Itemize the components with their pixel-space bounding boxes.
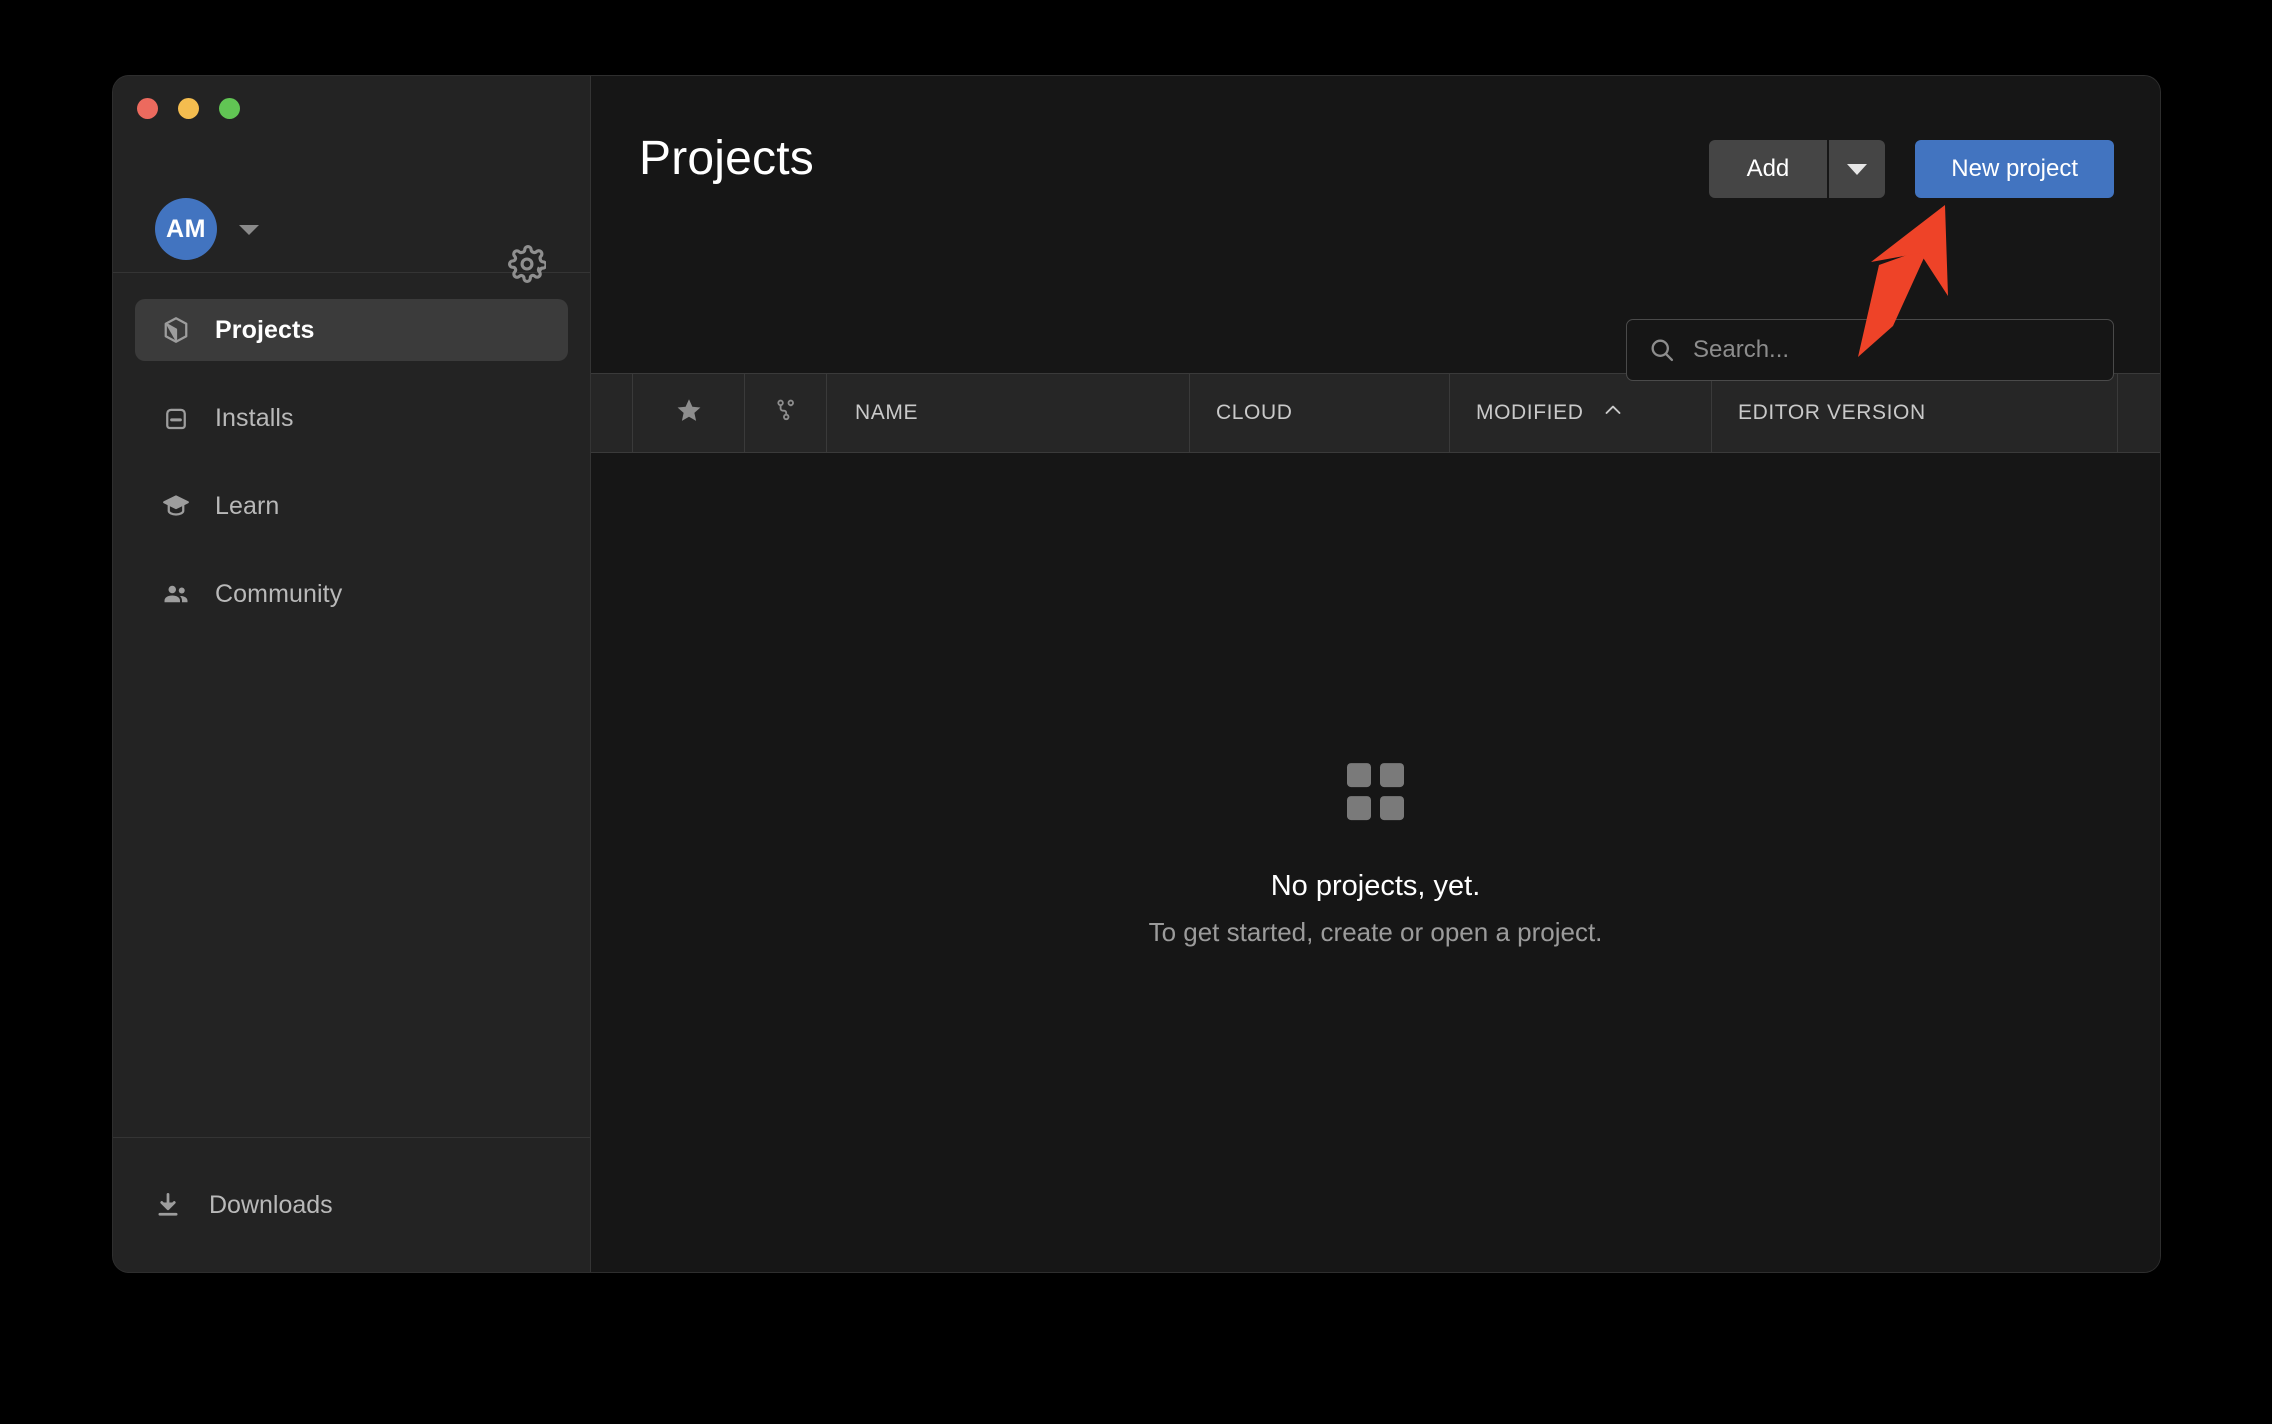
- add-split-button: Add: [1709, 140, 1886, 198]
- table-header-modified[interactable]: MODIFIED: [1450, 374, 1712, 452]
- graduation-cap-icon: [159, 489, 193, 523]
- unity-hub-window: AM: [113, 76, 2160, 1272]
- sidebar-header: AM: [113, 76, 590, 273]
- sidebar-item-learn[interactable]: Learn: [135, 475, 568, 537]
- sidebar-item-label: Downloads: [209, 1191, 333, 1220]
- window-close-button[interactable]: [137, 98, 158, 119]
- empty-state: No projects, yet. To get started, create…: [591, 763, 2160, 948]
- gear-icon[interactable]: [508, 245, 546, 283]
- download-icon: [151, 1188, 185, 1222]
- table-header-gutter: [591, 374, 633, 452]
- sidebar-nav: Projects Installs: [113, 273, 590, 1137]
- projects-table-header: NAME CLOUD MODIFIED EDITOR VERSION: [591, 373, 2160, 453]
- header-actions: Add New project: [1709, 140, 2114, 198]
- window-minimize-button[interactable]: [178, 98, 199, 119]
- grid-cell: [1347, 763, 1371, 787]
- account-selector[interactable]: AM: [155, 198, 259, 260]
- page-title: Projects: [639, 131, 814, 186]
- chevron-down-icon: [1847, 164, 1867, 175]
- archive-icon: [159, 401, 193, 435]
- sidebar-item-installs[interactable]: Installs: [135, 387, 568, 449]
- table-header-cloud[interactable]: CLOUD: [1190, 374, 1450, 452]
- window-maximize-button[interactable]: [219, 98, 240, 119]
- empty-state-subtitle: To get started, create or open a project…: [1149, 917, 1603, 948]
- sidebar-item-projects[interactable]: Projects: [135, 299, 568, 361]
- star-icon: [675, 396, 703, 430]
- search-input[interactable]: [1691, 335, 2093, 365]
- table-header-actions: [2118, 374, 2160, 452]
- sidebar: AM: [113, 76, 591, 1272]
- table-header-label: MODIFIED: [1476, 401, 1583, 425]
- sidebar-item-label: Installs: [215, 404, 294, 433]
- table-header-favorite[interactable]: [633, 374, 745, 452]
- content-header: Projects Add New project: [591, 76, 2160, 373]
- avatar[interactable]: AM: [155, 198, 217, 260]
- grid-icon: [1347, 763, 1404, 820]
- sidebar-footer: Downloads: [113, 1137, 590, 1272]
- sidebar-item-downloads[interactable]: Downloads: [151, 1188, 333, 1222]
- table-header-editor-version[interactable]: EDITOR VERSION: [1712, 374, 2118, 452]
- table-header-label: NAME: [855, 401, 918, 425]
- add-dropdown-button[interactable]: [1829, 140, 1885, 198]
- search-icon: [1647, 335, 1677, 365]
- table-header-label: CLOUD: [1216, 401, 1293, 425]
- grid-cell: [1347, 796, 1371, 820]
- cube-icon: [159, 313, 193, 347]
- version-control-icon: [773, 397, 799, 429]
- people-icon: [159, 577, 193, 611]
- add-button[interactable]: Add: [1709, 140, 1828, 198]
- projects-table-body: No projects, yet. To get started, create…: [591, 453, 2160, 1272]
- sidebar-item-community[interactable]: Community: [135, 563, 568, 625]
- table-header-name[interactable]: NAME: [827, 374, 1190, 452]
- sidebar-item-label: Community: [215, 580, 342, 609]
- sidebar-item-label: Learn: [215, 492, 279, 521]
- sort-ascending-icon: [1601, 398, 1625, 428]
- main-content: Projects Add New project: [591, 76, 2160, 1272]
- window-traffic-lights: [137, 98, 240, 119]
- grid-cell: [1380, 763, 1404, 787]
- sidebar-item-label: Projects: [215, 316, 314, 345]
- grid-cell: [1380, 796, 1404, 820]
- table-header-version-control[interactable]: [745, 374, 827, 452]
- search-box[interactable]: [1626, 319, 2114, 381]
- new-project-button[interactable]: New project: [1915, 140, 2114, 198]
- screen-root: AM: [0, 0, 2272, 1424]
- chevron-down-icon[interactable]: [239, 225, 259, 235]
- empty-state-title: No projects, yet.: [1271, 870, 1481, 903]
- table-header-label: EDITOR VERSION: [1738, 401, 1926, 425]
